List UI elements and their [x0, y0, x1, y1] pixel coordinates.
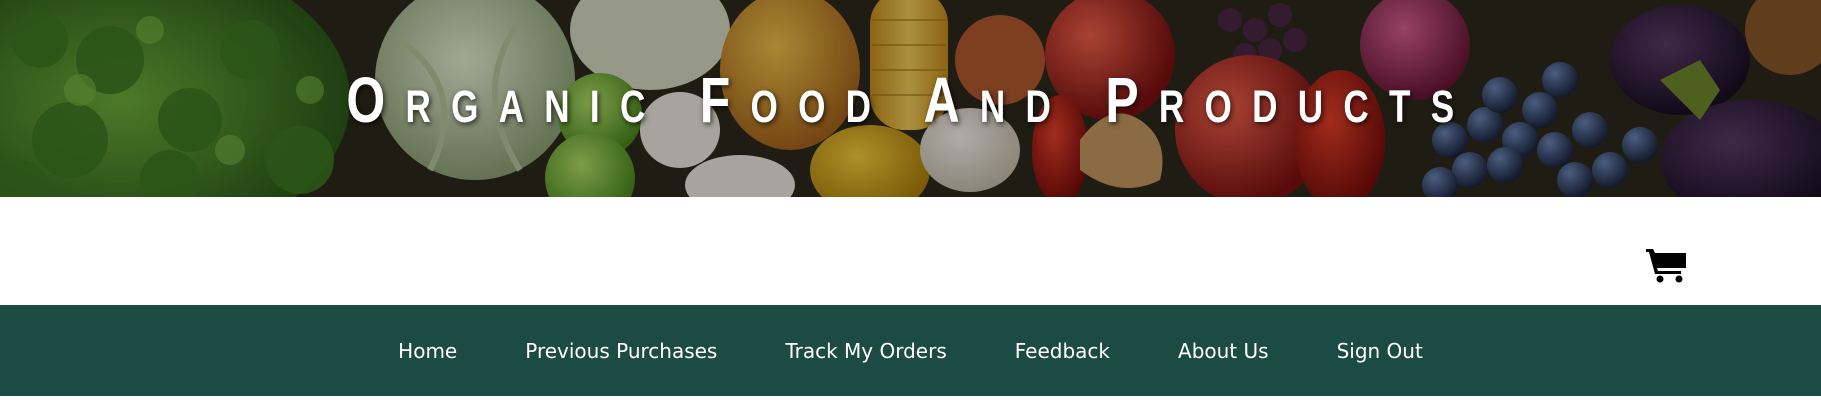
nav-list: Home Previous Purchases Track My Orders …	[0, 305, 1821, 396]
main-navigation: Home Previous Purchases Track My Orders …	[0, 305, 1821, 396]
site-title: Organic Food And Products	[346, 64, 1475, 136]
nav-item-track-my-orders[interactable]: Track My Orders	[751, 339, 980, 363]
nav-item-home[interactable]: Home	[364, 339, 491, 363]
nav-item-feedback[interactable]: Feedback	[981, 339, 1144, 363]
hero-banner: Organic Food And Products	[0, 0, 1821, 197]
nav-item-sign-out[interactable]: Sign Out	[1303, 339, 1457, 363]
cart-button[interactable]	[1646, 247, 1688, 283]
nav-item-about-us[interactable]: About Us	[1144, 339, 1303, 363]
page: Organic Food And Products Home Previous …	[0, 0, 1821, 400]
shopping-cart-icon	[1646, 249, 1686, 283]
nav-item-previous-purchases[interactable]: Previous Purchases	[491, 339, 751, 363]
header-toolbar	[0, 197, 1821, 305]
